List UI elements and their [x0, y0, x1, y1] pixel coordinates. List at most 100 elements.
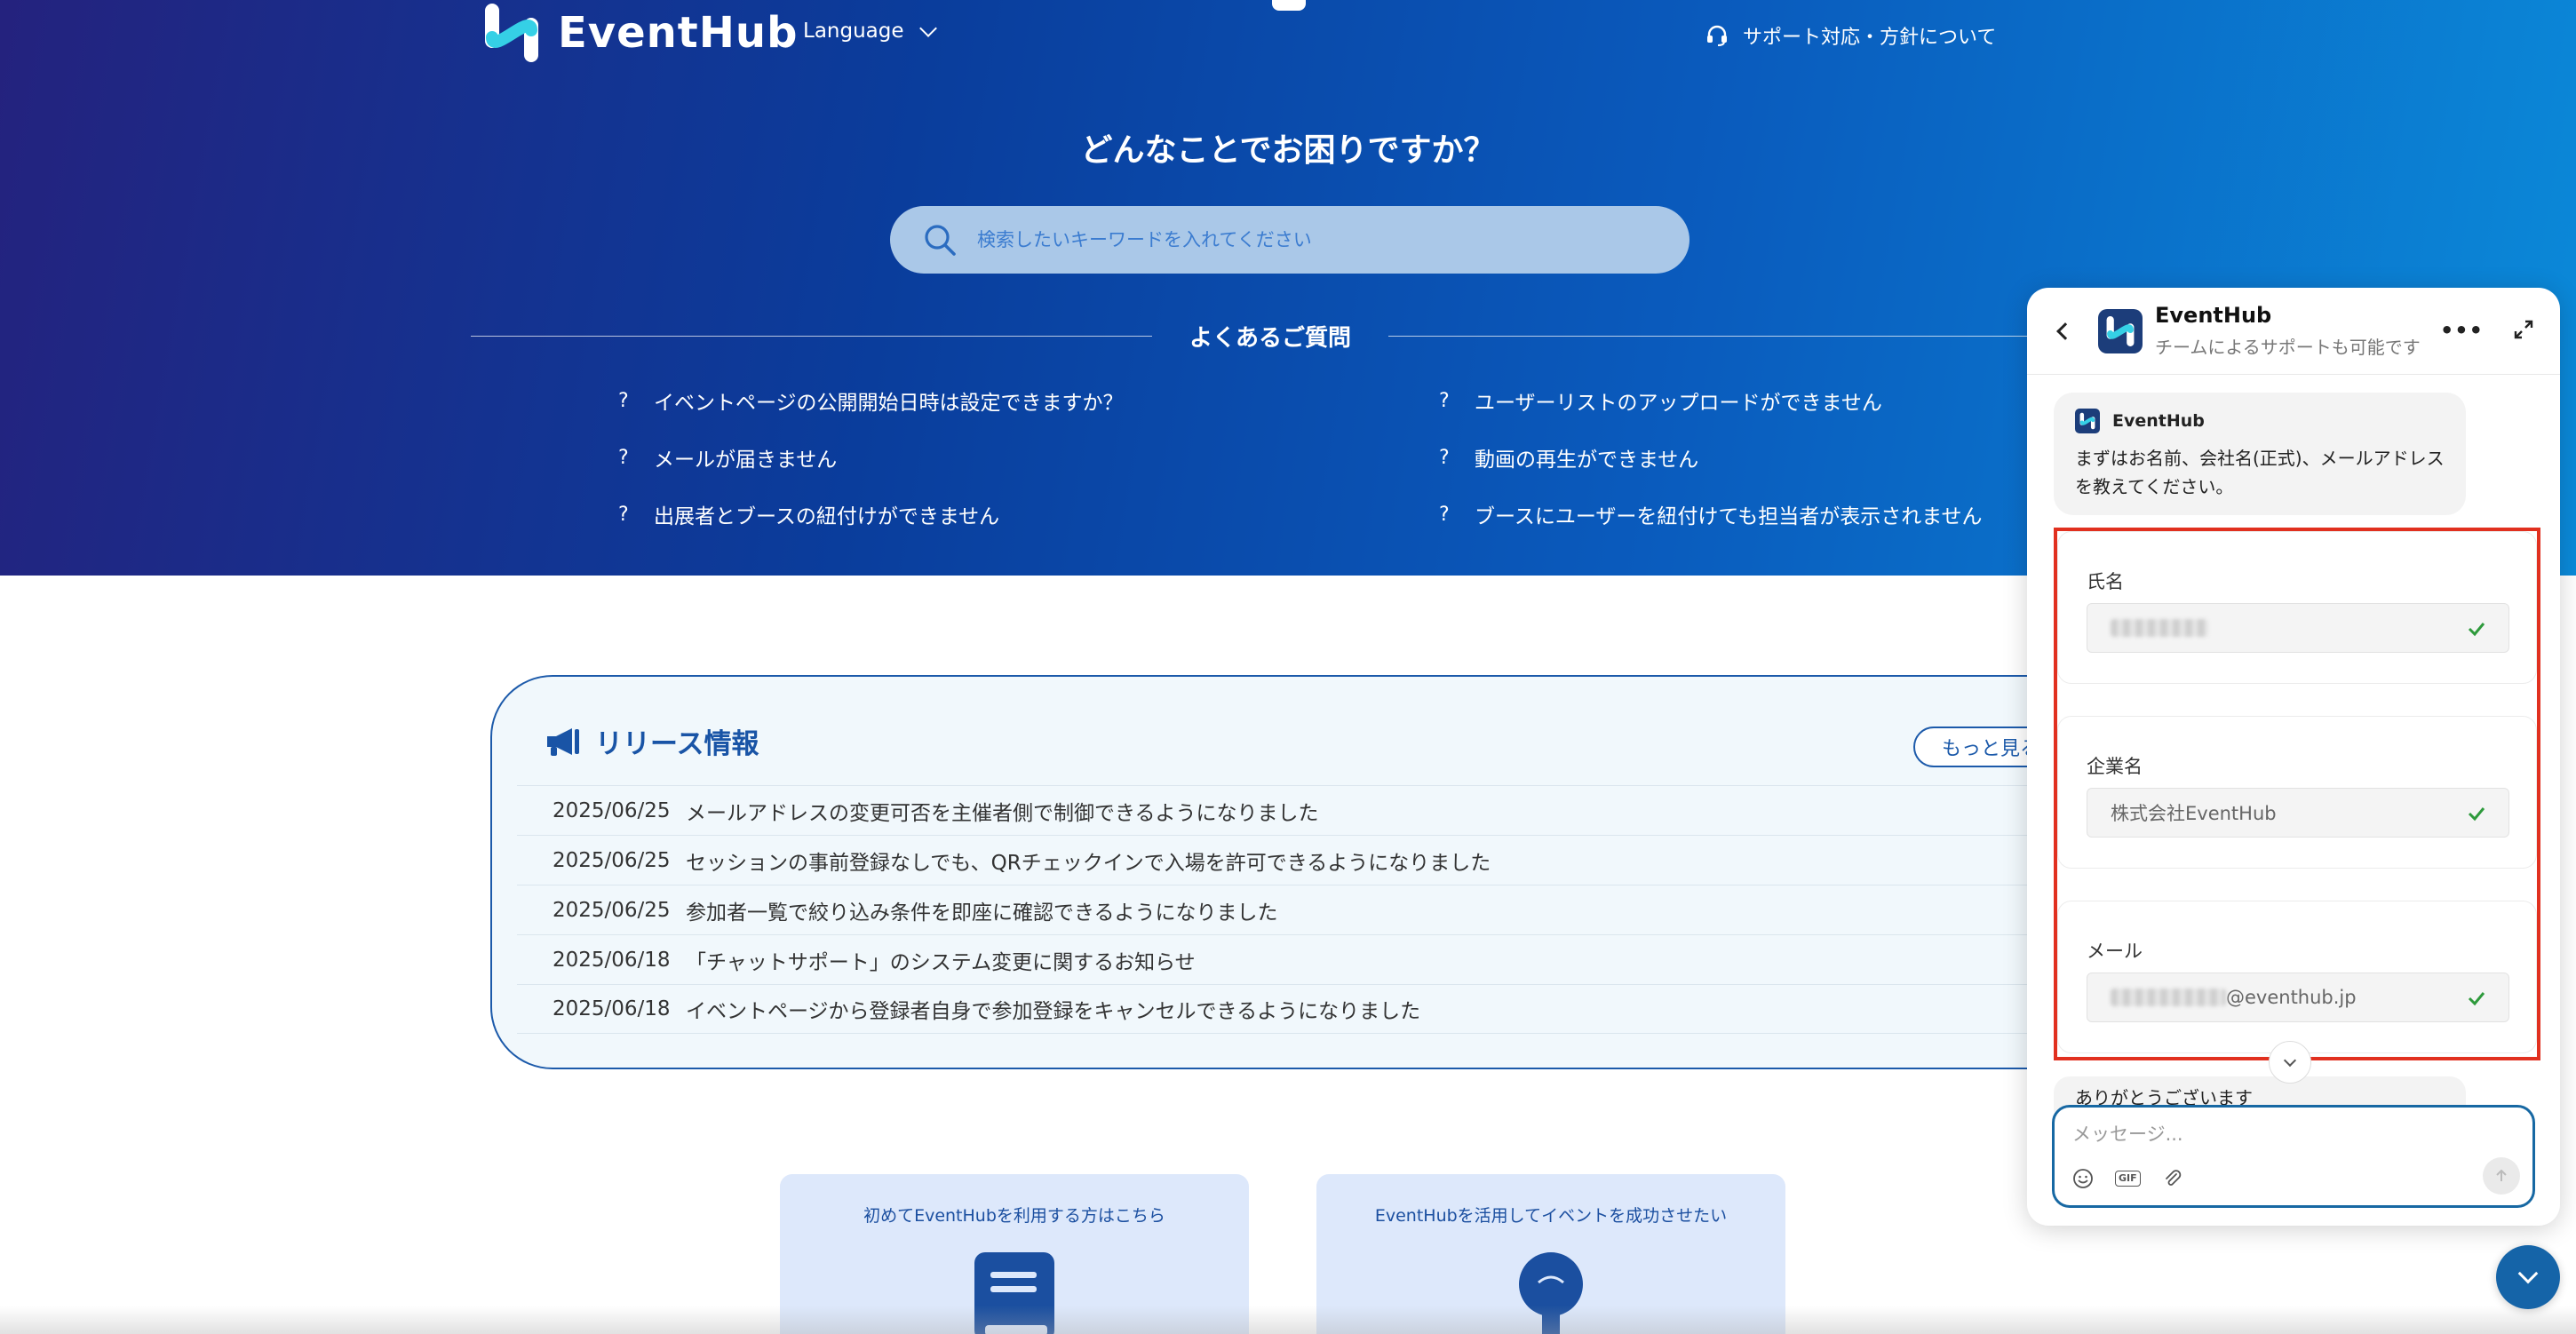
- faq-item-text: イベントページの公開開始日時は設定できますか？: [654, 392, 1124, 415]
- bottom-shadow: [0, 1306, 2576, 1334]
- faq-item[interactable]: ? 出展者とブースの紐付けができません: [618, 501, 1439, 529]
- release-list: 2025/06/25 メールアドレスの変更可否を主催者側で制御できるようになりまし…: [517, 785, 2169, 1034]
- release-row[interactable]: 2025/06/18 イベントページから登録者自身で参加登録をキャンセルできるよう…: [517, 984, 2169, 1034]
- chevron-down-icon: [2283, 1053, 2297, 1068]
- release-row[interactable]: 2025/06/25 参加者一覧で絞り込み条件を即座に確認できるようになりました: [517, 885, 2169, 934]
- send-button[interactable]: [2483, 1157, 2520, 1195]
- scroll-down-button[interactable]: [2269, 1041, 2311, 1084]
- company-field-card: 企業名 株式会社EventHub: [2057, 716, 2537, 869]
- emoji-icon[interactable]: [2072, 1168, 2094, 1189]
- email-field-label: メール: [2087, 941, 2143, 962]
- support-policy-link[interactable]: サポート対応・方針について: [1705, 21, 1996, 50]
- faq-item-text: ブースにユーザーを紐付けても担当者が表示されません: [1475, 505, 1983, 528]
- faq-item-text: 出展者とブースの紐付けができません: [654, 505, 1000, 528]
- gif-icon[interactable]: GIF: [2115, 1171, 2141, 1187]
- faq-item-text: メールが届きません: [654, 449, 838, 472]
- release-date: 2025/06/25: [553, 898, 671, 922]
- release-text: メールアドレスの変更可否を主催者側で制御できるようになりました: [686, 801, 1319, 825]
- bot-message-text: まずはお名前、会社名(正式)、メールアドレスを教えてください。: [2075, 448, 2445, 497]
- chevron-down-icon: [2517, 1263, 2539, 1284]
- message-input[interactable]: [2072, 1124, 2499, 1145]
- redacted-value: [2111, 619, 2208, 637]
- composer-tools: GIF: [2072, 1168, 2183, 1189]
- chat-launcher-button[interactable]: [2496, 1245, 2560, 1309]
- attachment-icon[interactable]: [2162, 1168, 2183, 1189]
- release-row[interactable]: 2025/06/25 セッションの事前登録なしでも、QRチェックインで入場を許可で…: [517, 835, 2169, 885]
- logo-mark-icon: [2079, 412, 2095, 430]
- avatar: [2098, 308, 2143, 353]
- faq-item[interactable]: ? イベントページの公開開始日時は設定できますか？: [618, 387, 1439, 416]
- card-title: 初めてEventHubを利用する方はこちら: [863, 1206, 1165, 1226]
- faq-item-text: ユーザーリストのアップロードができません: [1475, 392, 1882, 415]
- arrow-up-icon: [2496, 1169, 2507, 1181]
- chevron-down-icon: [918, 20, 937, 37]
- release-date: 2025/06/18: [553, 997, 671, 1020]
- card-title: EventHubを活用してイベントを成功させたい: [1374, 1206, 1728, 1226]
- release-date: 2025/06/18: [553, 948, 671, 972]
- question-icon: ?: [618, 389, 629, 412]
- language-selector[interactable]: Language: [803, 20, 937, 43]
- back-icon[interactable]: [2056, 322, 2074, 340]
- highlighted-form-fields: 氏名 企業名 株式会社EventHub メール @eventhub.jp: [2054, 528, 2540, 1060]
- question-icon: ?: [618, 503, 629, 526]
- chat-header: EventHub チームによるサポートも可能です •••: [2027, 288, 2560, 375]
- email-field[interactable]: @eventhub.jp: [2087, 973, 2509, 1022]
- more-options-icon[interactable]: •••: [2440, 318, 2484, 343]
- release-text: 参加者一覧で絞り込み条件を即座に確認できるようになりました: [686, 901, 1278, 925]
- logo-mark-icon: [2106, 315, 2135, 346]
- email-field-card: メール @eventhub.jp: [2057, 901, 2537, 1053]
- chat-subtitle: チームによるサポートも可能です: [2155, 337, 2421, 358]
- chat-header-info: EventHub チームによるサポートも可能です: [2155, 303, 2421, 359]
- question-icon: ?: [1439, 389, 1450, 412]
- company-field[interactable]: 株式会社EventHub: [2087, 788, 2509, 838]
- faq-heading: よくあるご質問: [1189, 325, 1352, 352]
- release-date: 2025/06/25: [553, 798, 671, 822]
- release-info-panel: リリース情報 もっと見る 2025/06/25 メールアドレスの変更可否を主催者側…: [490, 675, 2178, 1069]
- faq-heading-row: よくあるご質問: [471, 320, 2071, 353]
- divider: [1388, 336, 2071, 337]
- search-bar[interactable]: [890, 206, 1690, 274]
- language-label: Language: [803, 20, 904, 43]
- search-input[interactable]: [977, 229, 1652, 250]
- question-icon: ?: [618, 446, 629, 469]
- name-field-label: 氏名: [2087, 571, 2124, 592]
- company-field-label: 企業名: [2087, 756, 2143, 777]
- redacted-value: [2111, 989, 2226, 1006]
- logo-mark-icon: [485, 4, 538, 62]
- release-row[interactable]: 2025/06/18 「チャットサポート」のシステム変更に関するお知らせ: [517, 934, 2169, 984]
- bot-message-sender: EventHub: [2075, 409, 2445, 433]
- company-field-value: 株式会社EventHub: [2111, 803, 2277, 824]
- support-link-text: サポート対応・方針について: [1743, 27, 1997, 49]
- faq-item-text: 動画の再生ができません: [1475, 449, 1699, 472]
- release-text: セッションの事前登録なしでも、QRチェックインで入場を許可できるようになりました: [686, 851, 1491, 875]
- logo[interactable]: EventHub: [483, 2, 798, 64]
- email-domain: @eventhub.jp: [2226, 987, 2357, 1008]
- check-icon: [2468, 992, 2485, 1006]
- name-field-card: 氏名: [2057, 531, 2537, 684]
- sender-name: EventHub: [2112, 411, 2205, 431]
- search-icon: [925, 225, 956, 256]
- hero-title: どんなことでお困りですか？: [1080, 132, 1496, 169]
- release-row[interactable]: 2025/06/25 メールアドレスの変更可否を主催者側で制御できるようになりまし…: [517, 785, 2169, 835]
- megaphone-icon: [547, 727, 579, 756]
- release-text: イベントページから登録者自身で参加登録をキャンセルできるようになりました: [686, 1000, 1421, 1023]
- divider: [471, 336, 1152, 337]
- expand-icon[interactable]: [2514, 320, 2533, 339]
- question-icon: ?: [1439, 446, 1450, 469]
- check-icon: [2468, 807, 2485, 822]
- name-field[interactable]: [2087, 603, 2509, 653]
- check-icon: [2468, 623, 2485, 637]
- question-icon: ?: [1439, 503, 1450, 526]
- release-date: 2025/06/25: [553, 848, 671, 872]
- release-title: リリース情報: [545, 721, 759, 761]
- faq-list: ? イベントページの公開開始日時は設定できますか？ ? ユーザーリストのアップロード…: [618, 387, 2146, 529]
- chat-widget: EventHub チームによるサポートも可能です ••• EventHub まず…: [2027, 288, 2560, 1226]
- faq-item[interactable]: ? メールが届きません: [618, 444, 1439, 472]
- release-title-text: リリース情報: [595, 728, 759, 760]
- sender-avatar: [2075, 409, 2100, 433]
- headset-icon: [1707, 25, 1727, 46]
- message-composer: GIF: [2052, 1105, 2535, 1208]
- logo-text: EventHub: [558, 8, 799, 58]
- top-notch: [1272, 0, 1306, 11]
- chat-title: EventHub: [2155, 303, 2272, 328]
